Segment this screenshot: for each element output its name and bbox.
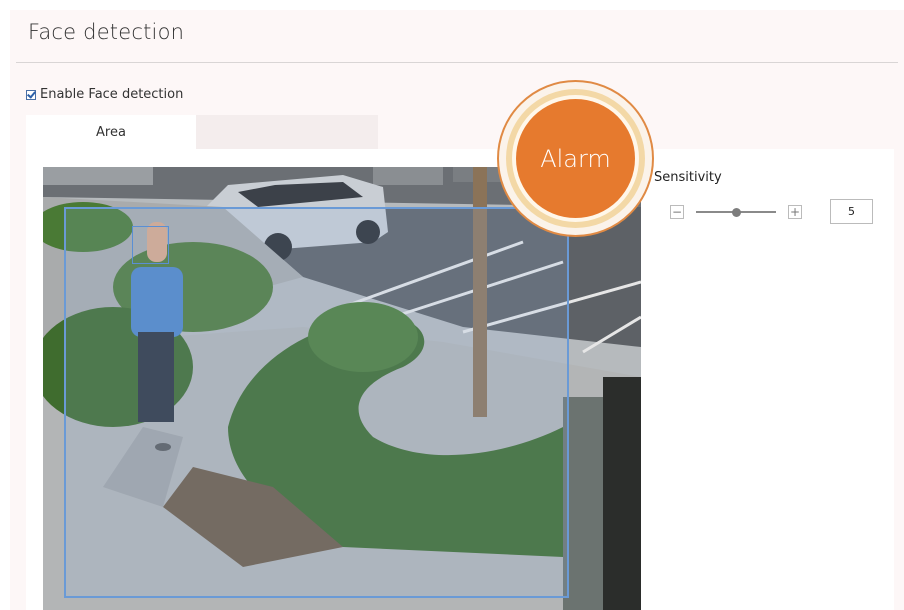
enable-face-detection[interactable]: Enable Face detection (26, 87, 183, 102)
plus-icon: + (789, 205, 801, 219)
enable-label: Enable Face detection (40, 87, 184, 102)
detection-area-region[interactable] (64, 207, 569, 598)
sensitivity-label: Sensitivity (654, 170, 722, 185)
sensitivity-slider-thumb[interactable] (731, 208, 741, 217)
sensitivity-decrease-button[interactable]: − (670, 205, 684, 219)
alarm-indicator: Alarm (516, 99, 635, 218)
minus-icon: − (671, 205, 683, 219)
page-title: Face detection (28, 20, 185, 44)
tab-area[interactable]: Area (26, 115, 196, 149)
enable-checkbox[interactable] (26, 89, 36, 100)
sensitivity-value[interactable]: 5 (830, 199, 873, 224)
title-divider (16, 62, 898, 63)
detected-face-box (132, 226, 169, 264)
sensitivity-increase-button[interactable]: + (788, 205, 802, 219)
